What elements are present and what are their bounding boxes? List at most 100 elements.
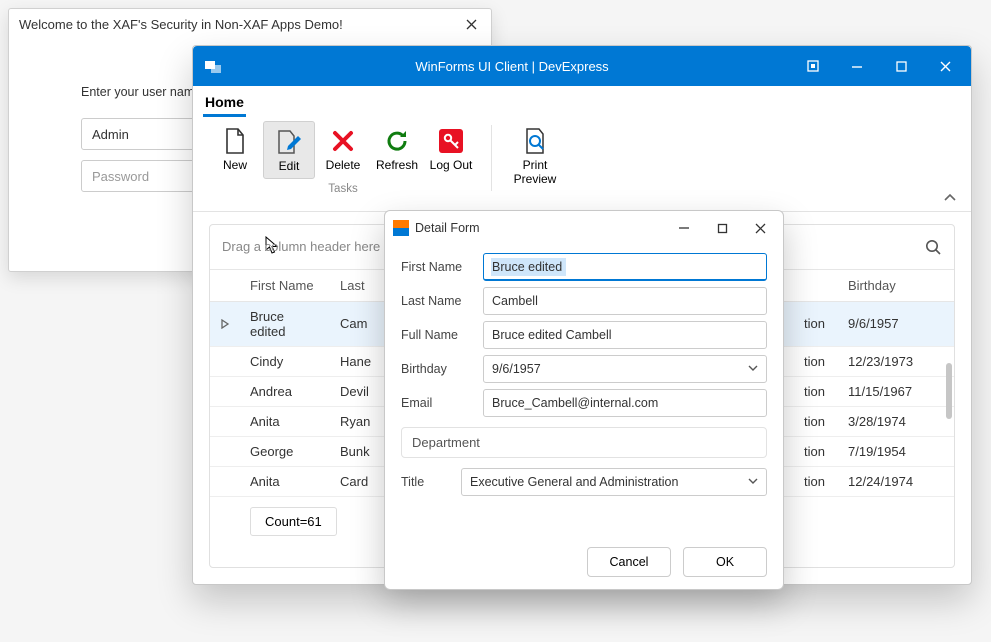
cell-dept[interactable]: tion: [794, 436, 838, 466]
cell-first[interactable]: Cindy: [240, 346, 330, 376]
cell-birthday[interactable]: 9/6/1957: [838, 301, 934, 346]
first-name-field[interactable]: [483, 253, 767, 281]
edit-icon: [275, 128, 303, 156]
ok-button[interactable]: OK: [683, 547, 767, 577]
cell-birthday[interactable]: 11/15/1967: [838, 376, 934, 406]
ribbon-group-print: Print Preview: [500, 121, 570, 211]
row-indicator: [210, 436, 240, 466]
birthday-field[interactable]: [483, 355, 767, 383]
cell-dept[interactable]: tion: [794, 466, 838, 496]
label-title: Title: [401, 475, 461, 489]
title-field[interactable]: [461, 468, 767, 496]
delete-button[interactable]: Delete: [317, 121, 369, 179]
cell-first[interactable]: Anita: [240, 406, 330, 436]
app-logo-icon: [201, 54, 225, 78]
app-title: WinForms UI Client | DevExpress: [233, 59, 791, 74]
cell-last[interactable]: Card: [330, 466, 381, 496]
label-email: Email: [401, 396, 483, 410]
label-full-name: Full Name: [401, 328, 483, 342]
cell-pad: [934, 466, 954, 496]
row-indicator: [210, 406, 240, 436]
col-last-name[interactable]: Last: [330, 269, 381, 301]
col-dept[interactable]: [794, 269, 838, 301]
detail-form-window: Detail Form First Name Last Name Full Na…: [384, 210, 784, 590]
col-indicator: [210, 269, 240, 301]
minimize-icon[interactable]: [835, 50, 879, 82]
label-birthday: Birthday: [401, 362, 483, 376]
count-box: Count=61: [250, 507, 337, 536]
row-indicator: [210, 301, 240, 346]
refresh-icon: [383, 127, 411, 155]
cell-pad: [934, 301, 954, 346]
cell-birthday[interactable]: 7/19/1954: [838, 436, 934, 466]
cell-last[interactable]: Cam: [330, 301, 381, 346]
close-icon[interactable]: [741, 215, 779, 241]
app-titlebar: WinForms UI Client | DevExpress: [193, 46, 971, 86]
row-indicator: [210, 466, 240, 496]
cell-first[interactable]: George: [240, 436, 330, 466]
cell-last[interactable]: Ryan: [330, 406, 381, 436]
print-preview-icon: [521, 127, 549, 155]
restore-down-icon[interactable]: [791, 50, 835, 82]
print-preview-button[interactable]: Print Preview: [506, 121, 564, 191]
refresh-label: Refresh: [376, 159, 418, 173]
maximize-icon[interactable]: [879, 50, 923, 82]
close-icon[interactable]: [457, 13, 485, 35]
minimize-icon[interactable]: [665, 215, 703, 241]
new-file-icon: [221, 127, 249, 155]
cell-first[interactable]: Andrea: [240, 376, 330, 406]
full-name-field[interactable]: [483, 321, 767, 349]
cell-first[interactable]: Anita: [240, 466, 330, 496]
row-indicator: [210, 376, 240, 406]
label-last-name: Last Name: [401, 294, 483, 308]
detail-app-icon: [393, 220, 409, 236]
detail-title: Detail Form: [415, 221, 665, 235]
tab-home[interactable]: Home: [203, 88, 246, 117]
cell-last[interactable]: Bunk: [330, 436, 381, 466]
login-titlebar: Welcome to the XAF's Security in Non-XAF…: [9, 9, 491, 39]
cell-dept[interactable]: tion: [794, 346, 838, 376]
email-field[interactable]: [483, 389, 767, 417]
cell-birthday[interactable]: 3/28/1974: [838, 406, 934, 436]
cell-first[interactable]: Bruce edited: [240, 301, 330, 346]
department-section[interactable]: Department: [401, 427, 767, 458]
print-preview-label: Print Preview: [514, 159, 557, 187]
col-birthday[interactable]: Birthday: [838, 269, 934, 301]
detail-body: First Name Last Name Full Name Birthday …: [385, 245, 783, 535]
ribbon-collapse-icon[interactable]: [943, 193, 957, 203]
logout-button[interactable]: Log Out: [425, 121, 477, 179]
delete-label: Delete: [326, 159, 361, 173]
col-first-name[interactable]: First Name: [240, 269, 330, 301]
key-icon: [437, 127, 465, 155]
edit-button[interactable]: Edit: [263, 121, 315, 179]
group-hint: Drag a column header here to gr: [222, 239, 410, 254]
login-title: Welcome to the XAF's Security in Non-XAF…: [19, 17, 343, 32]
cell-last[interactable]: Hane: [330, 346, 381, 376]
refresh-button[interactable]: Refresh: [371, 121, 423, 179]
search-icon[interactable]: [924, 238, 942, 256]
scrollbar-thumb[interactable]: [946, 363, 952, 419]
maximize-icon[interactable]: [703, 215, 741, 241]
cell-dept[interactable]: tion: [794, 406, 838, 436]
cell-birthday[interactable]: 12/24/1974: [838, 466, 934, 496]
close-icon[interactable]: [923, 50, 967, 82]
col-scroll: [934, 269, 954, 301]
cancel-button[interactable]: Cancel: [587, 547, 671, 577]
detail-titlebar: Detail Form: [385, 211, 783, 245]
ribbon-group-tasks: New Edit Delete Refresh: [203, 121, 483, 199]
new-label: New: [223, 159, 247, 173]
label-first-name: First Name: [401, 260, 483, 274]
cell-pad: [934, 436, 954, 466]
last-name-field[interactable]: [483, 287, 767, 315]
cell-dept[interactable]: tion: [794, 301, 838, 346]
logout-label: Log Out: [430, 159, 473, 173]
detail-footer: Cancel OK: [385, 535, 783, 589]
ribbon-separator: [491, 125, 492, 191]
cell-birthday[interactable]: 12/23/1973: [838, 346, 934, 376]
delete-icon: [329, 127, 357, 155]
cell-last[interactable]: Devil: [330, 376, 381, 406]
cell-dept[interactable]: tion: [794, 376, 838, 406]
ribbon: Home New Edit Delete: [193, 86, 971, 212]
new-button[interactable]: New: [209, 121, 261, 179]
ribbon-group-label: Tasks: [328, 183, 357, 195]
